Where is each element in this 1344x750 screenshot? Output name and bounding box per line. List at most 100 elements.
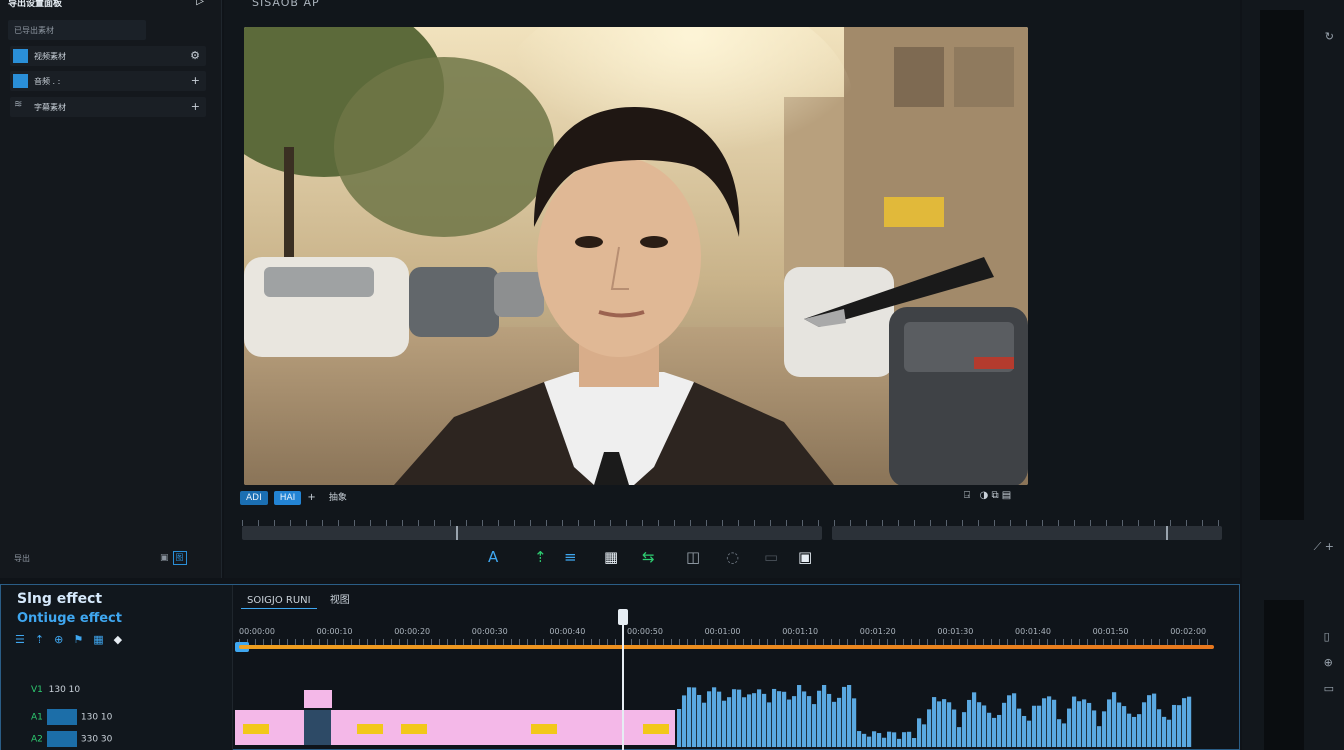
compare-icon[interactable]: ▤ (1002, 490, 1011, 501)
tab-view[interactable]: 视图 (330, 595, 350, 606)
playhead[interactable] (622, 613, 624, 750)
waveform-bar (797, 685, 802, 747)
effect-title: Slng effect (17, 591, 103, 607)
track-header-2[interactable]: A1 130 10 (31, 709, 112, 725)
edit-toolbar: A ⇡ ≡ ▦ ⇆ ◫ ◌ ▭ ▣ (464, 548, 1224, 570)
track-value: 130 10 (80, 712, 113, 723)
waveform-bar (732, 689, 737, 747)
clip-label (243, 724, 269, 734)
select-tool-icon[interactable]: A (488, 548, 498, 566)
video-frame[interactable] (244, 27, 1028, 485)
aspect-tool-icon[interactable]: ▭ (764, 548, 778, 566)
waveform-bar (912, 738, 917, 747)
settings-icon[interactable]: ⚙ (190, 49, 200, 62)
waveform-bar (767, 702, 772, 747)
view-mode-button-2[interactable]: HAI (273, 491, 302, 505)
track-header-3[interactable]: A2 330 30 (31, 731, 112, 747)
waveform-bar (1067, 708, 1072, 747)
waveform-bar (1137, 714, 1142, 747)
waveform-bar (867, 736, 872, 747)
flag-icon[interactable]: ⚑ (73, 633, 83, 646)
mask-tool-icon[interactable]: ◌ (726, 548, 739, 566)
waveform-bar (1062, 723, 1067, 747)
waveform-bar (1007, 695, 1012, 747)
clip-handle[interactable] (304, 690, 332, 708)
track-header-1[interactable]: V1 130 10 (31, 685, 80, 695)
waveform-bar (712, 687, 717, 747)
waveform-bar (997, 714, 1002, 747)
timestamp-label: 00:02:00 (1170, 627, 1207, 636)
waveform-bar (902, 732, 907, 747)
video-clip[interactable] (235, 710, 305, 745)
waveform-bar (1147, 695, 1152, 747)
layers-icon[interactable]: ☰ (15, 633, 25, 646)
waveform-bar (787, 699, 792, 747)
link-icon[interactable]: ⊕ (54, 633, 63, 646)
crop-icon[interactable]: ⧉ (991, 490, 998, 501)
work-area-bar[interactable] (239, 645, 1214, 649)
panel-menu-icon[interactable]: ▷ (196, 0, 204, 7)
clip-tool-icon[interactable]: ▦ (604, 548, 618, 566)
waveform-bar (872, 731, 877, 747)
media-item-label: 音频 . : (34, 77, 61, 86)
media-item-video[interactable]: 视频素材 ⚙ (10, 46, 206, 66)
view-mode-button-1[interactable]: ADI (240, 491, 268, 505)
fullscreen-tool-icon[interactable]: ▣ (798, 548, 812, 566)
timestamp-label: 00:00:20 (394, 627, 431, 636)
add-icon[interactable]: + (191, 100, 200, 113)
timestamp-label: 00:00:50 (627, 627, 663, 636)
waveform-bar (722, 700, 727, 747)
media-item-subtitle[interactable]: ≋ 字幕素材 + (10, 97, 206, 117)
viewer-title: SISAOB AP (252, 0, 320, 9)
waveform-bar (877, 733, 882, 747)
waveform-bar (992, 717, 997, 747)
swap-tool-icon[interactable]: ⇆ (642, 548, 655, 566)
scrub-range-right[interactable] (832, 526, 1222, 540)
refresh-icon[interactable]: ↻ (1325, 30, 1334, 43)
tab-sequence[interactable]: SOIGJO RUNI (241, 593, 317, 609)
color-icon[interactable]: ◑ (980, 490, 989, 501)
right-panel: ↻ ⟋ + ▯ ⊕ ▭ (1242, 0, 1344, 750)
waveform-bar (1082, 699, 1087, 747)
viewer-right-tools: ⍈ ◑ ⧉ ▤ (964, 490, 1011, 508)
add-icon[interactable]: + (191, 74, 200, 87)
trim-tool-icon[interactable]: ⇡ (534, 548, 547, 566)
waveform-bar (707, 691, 712, 747)
waveform-bar (862, 733, 867, 747)
scrub-range-left[interactable] (242, 526, 822, 540)
media-item-audio[interactable]: 音频 . : + (10, 71, 206, 91)
waveform-bar (687, 687, 692, 747)
waveform-bar (1097, 726, 1102, 747)
pin-icon[interactable]: ⇡ (35, 633, 44, 646)
frame-tool-icon[interactable]: ◫ (686, 548, 700, 566)
view-label: 抽象 (328, 493, 347, 503)
color-swatch-icon (13, 49, 28, 63)
clip-label (401, 724, 427, 734)
footer-toggle-button[interactable]: 图 (172, 551, 187, 565)
audio-waveform[interactable] (677, 685, 1192, 747)
track-tool-icon[interactable]: ≡ (564, 548, 577, 566)
effect-icons: ☰ ⇡ ⊕ ⚑ ▦ ◆ (15, 633, 132, 646)
waveform-bar (702, 702, 707, 747)
track-clip-indicator (46, 709, 77, 725)
search-input[interactable]: 已导出素材 (8, 20, 146, 40)
media-panel: 导出设置面板 ▷ 已导出素材 视频素材 ⚙ 音频 . : + ≋ 字幕素材 + … (0, 0, 222, 578)
waveform-bar (772, 688, 777, 747)
waveform-bar (832, 701, 837, 747)
grid-icon[interactable]: ▣ (160, 553, 169, 563)
effect-subtitle[interactable]: Ontiuge effect (17, 611, 122, 626)
meter-icons[interactable]: ▯ ⊕ ▭ (1324, 630, 1334, 695)
out-marker[interactable] (1166, 526, 1168, 540)
waveform-bar (1167, 719, 1172, 747)
waveform-bar (982, 705, 987, 747)
export-icon[interactable]: ⍈ (964, 490, 970, 501)
in-marker[interactable] (456, 526, 458, 540)
audio-meter (1264, 600, 1304, 750)
scrub-bar[interactable] (242, 520, 1222, 544)
keyframe-icon[interactable]: ◆ (114, 633, 122, 646)
waveform-bar (1142, 702, 1147, 747)
grid-icon[interactable]: ▦ (93, 633, 103, 646)
settings-icon[interactable]: ⟋ + (1314, 540, 1334, 554)
add-button[interactable]: + (307, 492, 315, 503)
selected-clip[interactable] (304, 710, 331, 745)
